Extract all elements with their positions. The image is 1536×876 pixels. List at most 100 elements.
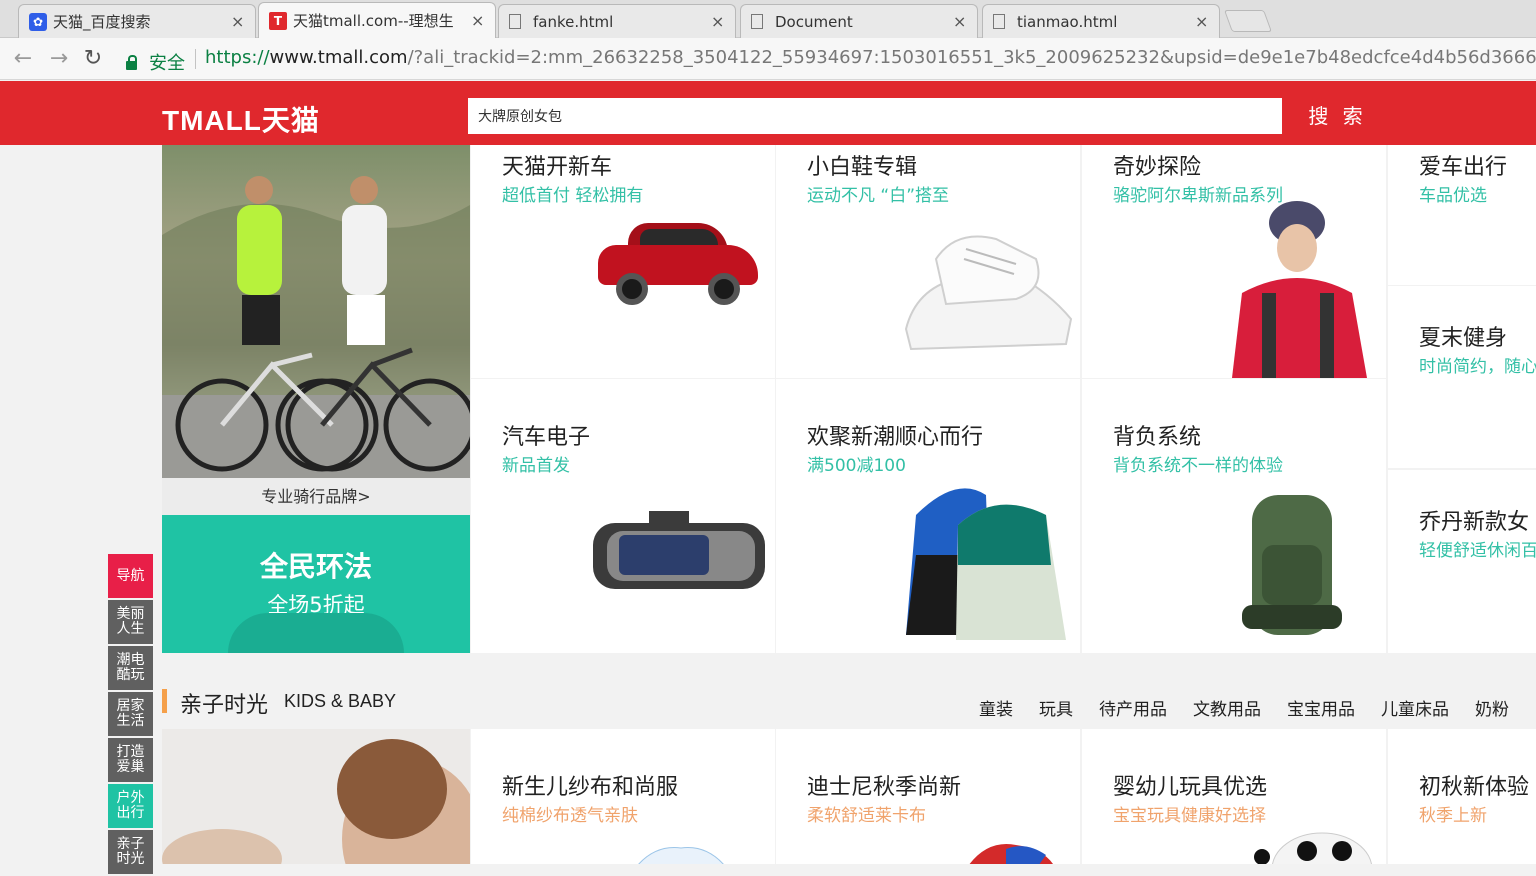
divider — [195, 49, 196, 69]
card-title: 奇妙探险 — [1113, 155, 1202, 180]
card-subtitle: 满500减100 — [807, 456, 906, 476]
section-link[interactable]: 儿童床品 — [1381, 695, 1449, 720]
url-host: www.tmall.com — [269, 47, 408, 68]
card-title: 天猫开新车 — [502, 155, 613, 180]
card-new-car[interactable]: 天猫开新车 超低首付 轻松拥有 — [471, 145, 775, 378]
card-autumn[interactable]: 初秋新体验 秋季上新 — [1388, 729, 1536, 864]
document-icon — [509, 14, 521, 29]
url-field[interactable]: https://www.tmall.com/?ali_trackid=2:mm_… — [205, 47, 1536, 71]
card-white-sneakers[interactable]: 小白鞋专辑 运动不凡 “白”搭至 — [776, 145, 1080, 378]
close-icon[interactable]: × — [711, 12, 725, 31]
card-subtitle: 柔软舒适莱卡布 — [807, 806, 926, 826]
cat-shape — [228, 613, 404, 653]
search-input[interactable] — [468, 98, 1282, 134]
reload-icon[interactable]: ↻ — [80, 46, 106, 72]
card-title: 乔丹新款女 — [1419, 510, 1530, 535]
floor-nav-item-nav[interactable]: 导航 — [108, 554, 153, 598]
page-content: 专业骑行品牌> 全民环法 全场5折起 天猫开新车 超低首付 轻松拥有 小白鞋专辑… — [0, 145, 1536, 864]
floor-nav-item-digital[interactable]: 潮电酷玩 — [108, 646, 153, 690]
floor-nav-item-kids[interactable]: 亲子时光 — [108, 830, 153, 874]
card-title: 新生儿纱布和尚服 — [502, 775, 679, 800]
promo-caption[interactable]: 专业骑行品牌> — [162, 478, 470, 515]
section-link[interactable]: 待产用品 — [1099, 695, 1167, 720]
card-subtitle: 车品优选 — [1419, 186, 1487, 206]
secure-indicator[interactable]: 安全 — [126, 49, 185, 75]
backpack-image — [1242, 495, 1342, 635]
forward-arrow-icon[interactable]: → — [46, 46, 72, 72]
card-title: 夏末健身 — [1419, 326, 1508, 351]
card-jordan[interactable]: 乔丹新款女 轻便舒适休闲百 — [1388, 470, 1536, 653]
address-bar: ← → ↻ 安全 https://www.tmall.com/?ali_trac… — [0, 38, 1536, 80]
jacket-image — [906, 488, 1066, 640]
floor-nav-item-nest[interactable]: 打造爱巢 — [108, 738, 153, 782]
child-photo — [162, 729, 470, 864]
floor-nav-item-home[interactable]: 居家生活 — [108, 692, 153, 736]
card-title: 迪士尼秋季尚新 — [807, 775, 962, 800]
green-promo-title: 全民环法 — [259, 550, 372, 583]
kids-promo-photo[interactable] — [162, 729, 470, 864]
tab-tianmao[interactable]: tianmao.html × — [982, 4, 1220, 38]
card-subtitle: 宝宝玩具健康好选择 — [1113, 806, 1266, 826]
floor-nav-item-outdoor[interactable]: 户外出行 — [108, 784, 153, 828]
baby-clothes-image — [638, 847, 724, 864]
card-car-electronics[interactable]: 汽车电子 新品首发 — [471, 379, 775, 653]
card-disney[interactable]: 迪士尼秋季尚新 柔软舒适莱卡布 — [776, 729, 1080, 864]
section-bar — [162, 689, 167, 713]
cycling-promo[interactable]: 专业骑行品牌> 全民环法 全场5折起 — [162, 145, 470, 653]
dashcam-mirror-image — [593, 511, 765, 589]
url-path: /?ali_trackid=2:mm_26632258_3504122_5593… — [407, 47, 1536, 68]
card-subtitle: 时尚简约，随心 — [1419, 357, 1536, 377]
card-title: 背负系统 — [1113, 425, 1202, 450]
section-link[interactable]: 宝宝用品 — [1287, 695, 1355, 720]
card-subtitle: 背负系统不一样的体验 — [1113, 456, 1283, 476]
tab-label: fanke.html — [533, 12, 614, 31]
close-icon[interactable]: × — [471, 11, 485, 30]
floor-nav-item-beauty[interactable]: 美丽人生 — [108, 600, 153, 644]
tab-tmall[interactable]: T 天猫tmall.com--理想生 × — [258, 2, 496, 38]
section-title-en: KIDS & BABY — [284, 691, 397, 711]
card-title: 婴幼儿玩具优选 — [1113, 775, 1268, 800]
card-baby-toys[interactable]: 婴幼儿玩具优选 宝宝玩具健康好选择 — [1082, 729, 1386, 864]
card-outdoor-adventure[interactable]: 奇妙探险 骆驼阿尔卑斯新品系列 — [1082, 145, 1386, 378]
sneaker-image — [904, 235, 1073, 351]
document-icon — [751, 14, 763, 29]
red-suv-image — [598, 217, 758, 307]
close-icon[interactable]: × — [231, 12, 245, 31]
document-icon — [993, 14, 1005, 29]
tab-baidu[interactable]: ✿ 天猫_百度搜索 × — [18, 4, 256, 38]
tab-label: 天猫_百度搜索 — [53, 13, 151, 31]
card-title: 汽车电子 — [502, 425, 591, 450]
section-links: 童装 玩具 待产用品 文教用品 宝宝用品 儿童床品 奶粉 — [979, 695, 1535, 720]
card-jacket[interactable]: 欢聚新潮顺心而行 满500减100 — [776, 379, 1080, 653]
tmall-logo[interactable]: TMALL天猫 — [162, 99, 320, 139]
card-fitness[interactable]: 夏末健身 时尚简约，随心 — [1388, 286, 1536, 468]
tab-fanke[interactable]: fanke.html × — [498, 4, 736, 38]
card-subtitle: 新品首发 — [502, 456, 570, 476]
section-link[interactable]: 文教用品 — [1193, 695, 1261, 720]
card-title: 爱车出行 — [1419, 155, 1508, 180]
close-icon[interactable]: × — [953, 12, 967, 31]
section-link[interactable]: 玩具 — [1039, 695, 1073, 720]
card-title: 初秋新体验 — [1419, 775, 1530, 800]
card-newborn[interactable]: 新生儿纱布和尚服 纯棉纱布透气亲肤 — [471, 729, 775, 864]
green-promo-banner[interactable]: 全民环法 全场5折起 — [162, 515, 470, 653]
tab-document[interactable]: Document × — [740, 4, 978, 38]
card-title: 小白鞋专辑 — [807, 155, 918, 180]
section-link[interactable]: 奶粉 — [1475, 695, 1509, 720]
cyclists-illustration — [162, 176, 470, 478]
cycling-photo — [162, 145, 470, 478]
new-tab-button[interactable] — [1223, 10, 1273, 32]
secure-label: 安全 — [149, 53, 185, 74]
search-button[interactable]: 搜 索 — [1282, 97, 1393, 135]
section-link[interactable]: 童装 — [979, 695, 1013, 720]
back-arrow-icon[interactable]: ← — [10, 46, 36, 72]
lock-icon — [126, 54, 137, 70]
search-box: 搜 索 — [467, 97, 1393, 135]
card-car-travel[interactable]: 爱车出行 车品优选 — [1388, 145, 1536, 285]
panda-toy-image — [1254, 832, 1372, 864]
paw-icon: ✿ — [29, 12, 47, 31]
close-icon[interactable]: × — [1195, 12, 1209, 31]
card-backpack[interactable]: 背负系统 背负系统不一样的体验 — [1082, 379, 1386, 653]
tab-strip: ✿ 天猫_百度搜索 × T 天猫tmall.com--理想生 × fanke.h… — [0, 0, 1536, 38]
card-subtitle: 轻便舒适休闲百 — [1419, 541, 1536, 561]
